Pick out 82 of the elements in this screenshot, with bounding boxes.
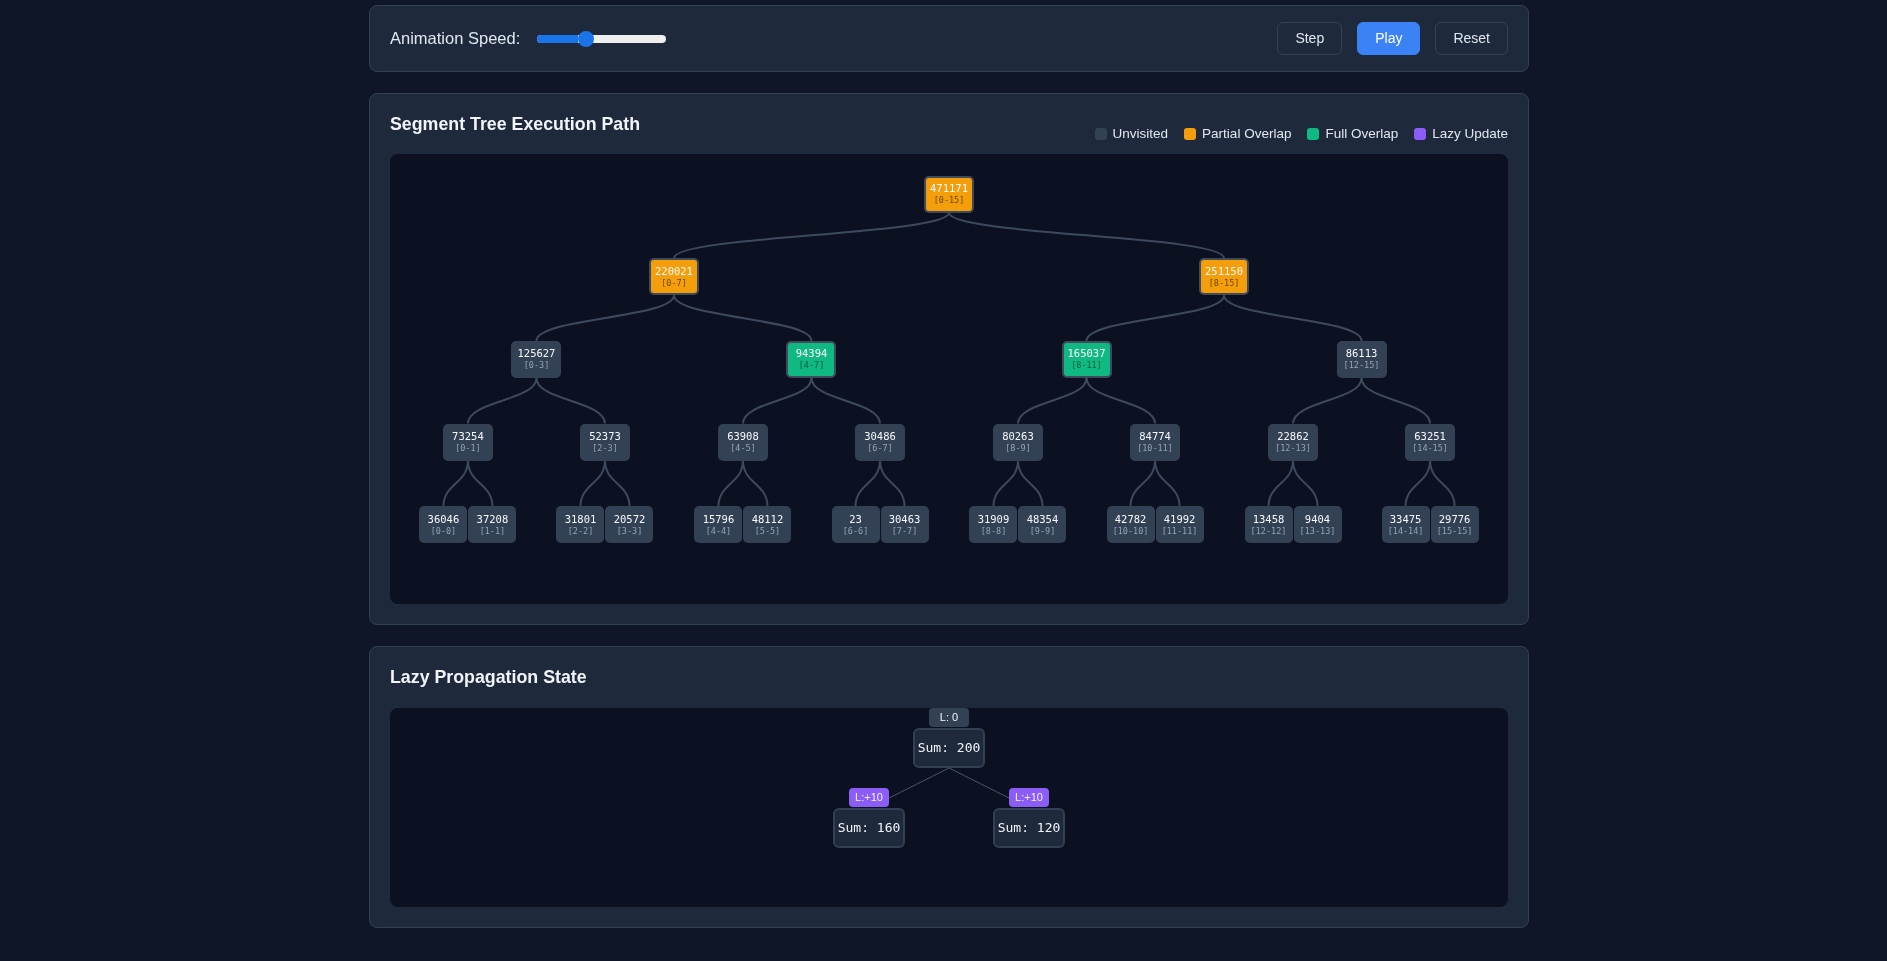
node-range: [0-0] — [430, 525, 457, 537]
legend-label: Partial Overlap — [1202, 125, 1292, 143]
legend-label: Lazy Update — [1432, 125, 1508, 143]
node-range: [0-1] — [455, 443, 481, 455]
node-value: 48354 — [1026, 512, 1059, 526]
node-range: [1-1] — [479, 525, 506, 537]
node-range: [6-6] — [842, 525, 869, 537]
node-value: 251150 — [1205, 264, 1243, 278]
node-value: 36046 — [427, 512, 460, 526]
node-range: [2-2] — [567, 525, 594, 537]
tree-edge — [888, 767, 950, 799]
node-value: 9404 — [1304, 512, 1331, 526]
panel-title: Lazy Propagation State — [390, 667, 588, 688]
node-range: [15-15] — [1436, 525, 1473, 537]
node-range: [0-7] — [661, 277, 687, 289]
node-range: [4-5] — [730, 443, 756, 455]
lazy-badge: L:+10 — [849, 788, 889, 807]
sum-node: Sum: 200 — [913, 728, 985, 768]
reset-button[interactable]: Reset — [1435, 22, 1508, 55]
node-range: [0-3] — [523, 360, 550, 372]
node-range: [8-9] — [1005, 443, 1031, 455]
node-value: 41992 — [1163, 512, 1196, 526]
lazy-badge: L:+10 — [1009, 788, 1049, 807]
node-value: 30463 — [888, 512, 921, 526]
speed-slider[interactable] — [537, 30, 667, 47]
node-range: [11-11] — [1161, 525, 1198, 537]
node-value: 125627 — [517, 347, 556, 361]
node-value: 471171 — [930, 182, 968, 195]
panel-title: Segment Tree Execution Path — [390, 114, 640, 135]
node-range: [14-15] — [1412, 443, 1448, 455]
node-range: [6-7] — [867, 443, 893, 455]
node-value: 73254 — [452, 430, 484, 444]
sum-node: Sum: 160 — [833, 808, 905, 848]
node-value: 42782 — [1114, 512, 1147, 526]
node-range: [0-15] — [933, 195, 965, 206]
node-range: [7-7] — [891, 525, 918, 537]
node-range: [13-13] — [1299, 525, 1336, 537]
node-value: 15796 — [702, 512, 735, 526]
node-range: [2-3] — [592, 443, 618, 455]
node-range: [9-9] — [1029, 525, 1056, 537]
node-value: 48112 — [751, 512, 784, 526]
node-range: [12-12] — [1250, 525, 1287, 537]
node-range: [4-4] — [705, 525, 732, 537]
lazy-badge: L: 0 — [929, 708, 969, 727]
node-value: 63908 — [727, 430, 759, 444]
sum-node: Sum: 120 — [993, 808, 1065, 848]
node-value: 29776 — [1438, 512, 1471, 526]
node-value: 165037 — [1067, 347, 1106, 361]
legend-label: Unvisited — [1112, 125, 1169, 143]
node-value: 20572 — [613, 512, 646, 526]
node-value: 13458 — [1252, 512, 1285, 526]
tree-edge — [948, 767, 1010, 799]
node-value: 31801 — [564, 512, 597, 526]
node-range: [8-11] — [1071, 360, 1102, 372]
node-value: 31909 — [977, 512, 1010, 526]
step-button[interactable]: Step — [1277, 22, 1343, 55]
node-value: 52373 — [589, 430, 621, 444]
node-range: [8-15] — [1208, 277, 1240, 289]
node-value: 220021 — [655, 264, 693, 278]
node-range: [10-10] — [1112, 525, 1149, 537]
node-value: 37208 — [476, 512, 509, 526]
slider-thumb[interactable] — [577, 30, 594, 47]
node-value: 86113 — [1345, 347, 1378, 361]
node-range: [12-13] — [1275, 443, 1311, 455]
legend-label: Full Overlap — [1325, 125, 1399, 143]
node-value: 33475 — [1389, 512, 1422, 526]
node-range: [8-8] — [980, 525, 1007, 537]
node-value: 30486 — [864, 430, 896, 444]
node-value: 94394 — [795, 347, 828, 361]
node-range: [12-15] — [1343, 360, 1380, 372]
node-value: 63251 — [1414, 430, 1446, 444]
speed-label: Animation Speed: — [390, 28, 521, 50]
node-range: [3-3] — [616, 525, 643, 537]
node-value: 80263 — [1002, 430, 1034, 444]
play-button[interactable]: Play — [1357, 22, 1421, 55]
node-range: [14-14] — [1387, 525, 1424, 537]
node-value: 84774 — [1139, 430, 1171, 444]
node-range: [5-5] — [754, 525, 781, 537]
node-value: 22862 — [1277, 430, 1309, 444]
node-range: [10-11] — [1137, 443, 1173, 455]
node-value: 23 — [849, 512, 862, 526]
node-range: [4-7] — [798, 360, 825, 372]
